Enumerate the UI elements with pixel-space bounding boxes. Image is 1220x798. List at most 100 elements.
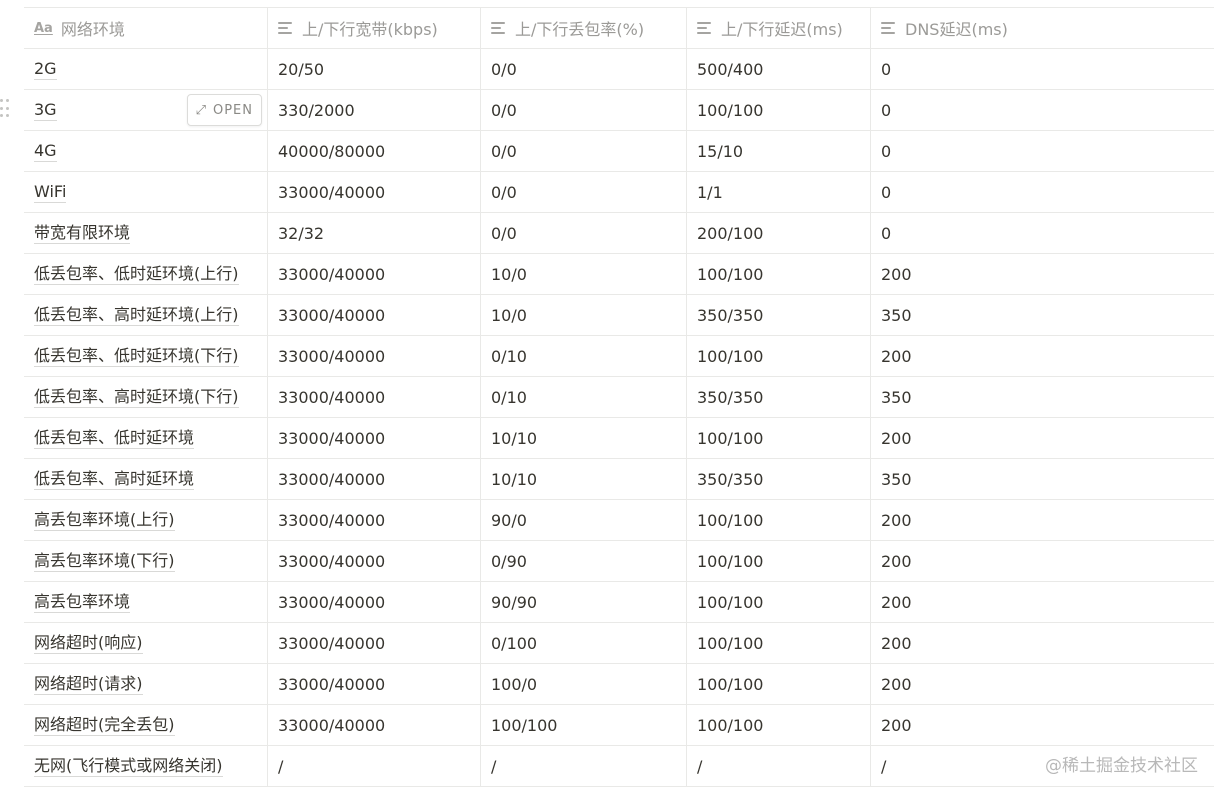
cell-dns-latency[interactable]: 200: [871, 623, 1214, 663]
row-title[interactable]: 带宽有限环境: [34, 223, 131, 244]
table-row[interactable]: 网络超时(请求) 33000/40000 100/0 100/100 200: [24, 664, 1214, 705]
row-title[interactable]: 网络超时(完全丢包): [34, 715, 175, 736]
cell-bandwidth[interactable]: 20/50: [268, 49, 481, 89]
cell-bandwidth[interactable]: 33000/40000: [268, 623, 481, 663]
cell-bandwidth[interactable]: /: [268, 746, 481, 786]
cell-latency[interactable]: 500/400: [687, 49, 871, 89]
cell-network-env[interactable]: 2G: [24, 49, 268, 89]
row-title[interactable]: 2G: [34, 59, 57, 80]
column-header-dns-latency[interactable]: DNS延迟(ms): [871, 8, 1214, 48]
cell-latency[interactable]: 100/100: [687, 623, 871, 663]
cell-network-env[interactable]: 网络超时(完全丢包): [24, 705, 268, 745]
cell-bandwidth[interactable]: 33000/40000: [268, 172, 481, 212]
cell-network-env[interactable]: 低丢包率、高时延环境: [24, 459, 268, 499]
row-title[interactable]: 高丢包率环境(下行): [34, 551, 175, 572]
cell-latency[interactable]: 100/100: [687, 336, 871, 376]
cell-network-env[interactable]: 低丢包率、低时延环境: [24, 418, 268, 458]
cell-network-env[interactable]: 带宽有限环境: [24, 213, 268, 253]
row-title[interactable]: 无网(飞行模式或网络关闭): [34, 756, 223, 777]
cell-network-env[interactable]: 低丢包率、高时延环境(上行): [24, 295, 268, 335]
row-title[interactable]: 4G: [34, 141, 57, 162]
cell-bandwidth[interactable]: 33000/40000: [268, 377, 481, 417]
cell-latency[interactable]: 100/100: [687, 541, 871, 581]
cell-dns-latency[interactable]: 200: [871, 254, 1214, 294]
cell-bandwidth[interactable]: 33000/40000: [268, 541, 481, 581]
cell-dns-latency[interactable]: 200: [871, 664, 1214, 704]
cell-bandwidth[interactable]: 33000/40000: [268, 664, 481, 704]
table-row[interactable]: 高丢包率环境 33000/40000 90/90 100/100 200: [24, 582, 1214, 623]
cell-latency[interactable]: 15/10: [687, 131, 871, 171]
column-header-packet-loss[interactable]: 上/下行丢包率(%): [481, 8, 687, 48]
cell-dns-latency[interactable]: 200: [871, 500, 1214, 540]
row-title[interactable]: 3G: [34, 100, 57, 121]
cell-bandwidth[interactable]: 33000/40000: [268, 418, 481, 458]
table-row[interactable]: 低丢包率、低时延环境 33000/40000 10/10 100/100 200: [24, 418, 1214, 459]
cell-dns-latency[interactable]: 0: [871, 213, 1214, 253]
cell-dns-latency[interactable]: 350: [871, 377, 1214, 417]
row-title[interactable]: 低丢包率、高时延环境(下行): [34, 387, 239, 408]
cell-dns-latency[interactable]: 200: [871, 418, 1214, 458]
cell-network-env[interactable]: 网络超时(响应): [24, 623, 268, 663]
cell-bandwidth[interactable]: 33000/40000: [268, 336, 481, 376]
cell-dns-latency[interactable]: 0: [871, 90, 1214, 130]
cell-dns-latency[interactable]: 200: [871, 705, 1214, 745]
table-row[interactable]: 高丢包率环境(下行) 33000/40000 0/90 100/100 200: [24, 541, 1214, 582]
cell-network-env[interactable]: 高丢包率环境: [24, 582, 268, 622]
cell-latency[interactable]: 100/100: [687, 90, 871, 130]
row-title[interactable]: 高丢包率环境(上行): [34, 510, 175, 531]
cell-latency[interactable]: 100/100: [687, 418, 871, 458]
cell-latency[interactable]: 350/350: [687, 459, 871, 499]
table-row[interactable]: 低丢包率、低时延环境(下行) 33000/40000 0/10 100/100 200: [24, 336, 1214, 377]
cell-packet-loss[interactable]: 10/0: [481, 295, 687, 335]
column-header-latency[interactable]: 上/下行延迟(ms): [687, 8, 871, 48]
cell-dns-latency[interactable]: 0: [871, 172, 1214, 212]
row-title[interactable]: WiFi: [34, 182, 67, 203]
table-row[interactable]: 4G 40000/80000 0/0 15/10 0: [24, 131, 1214, 172]
row-drag-handle[interactable]: [0, 99, 10, 119]
cell-latency[interactable]: 100/100: [687, 500, 871, 540]
cell-network-env[interactable]: 高丢包率环境(下行): [24, 541, 268, 581]
table-row[interactable]: 无网(飞行模式或网络关闭) / / / /: [24, 746, 1214, 787]
open-page-button[interactable]: ⤢ OPEN: [186, 94, 262, 126]
cell-latency[interactable]: 200/100: [687, 213, 871, 253]
row-title[interactable]: 低丢包率、低时延环境(上行): [34, 264, 239, 285]
cell-latency[interactable]: 100/100: [687, 664, 871, 704]
cell-bandwidth[interactable]: 40000/80000: [268, 131, 481, 171]
cell-network-env[interactable]: 3G ⤢ OPEN: [24, 90, 268, 130]
cell-latency[interactable]: 100/100: [687, 254, 871, 294]
cell-bandwidth[interactable]: 33000/40000: [268, 254, 481, 294]
cell-dns-latency[interactable]: 200: [871, 336, 1214, 376]
cell-bandwidth[interactable]: 33000/40000: [268, 705, 481, 745]
cell-network-env[interactable]: WiFi: [24, 172, 268, 212]
cell-packet-loss[interactable]: 0/0: [481, 172, 687, 212]
cell-dns-latency[interactable]: 200: [871, 541, 1214, 581]
cell-latency[interactable]: 350/350: [687, 295, 871, 335]
cell-bandwidth[interactable]: 33000/40000: [268, 582, 481, 622]
cell-dns-latency[interactable]: 350: [871, 459, 1214, 499]
column-header-network-env[interactable]: Aa 网络环境: [24, 8, 268, 48]
cell-packet-loss[interactable]: 0/10: [481, 336, 687, 376]
cell-packet-loss[interactable]: 10/0: [481, 254, 687, 294]
table-row[interactable]: 低丢包率、高时延环境(上行) 33000/40000 10/0 350/350 350: [24, 295, 1214, 336]
table-row[interactable]: 网络超时(完全丢包) 33000/40000 100/100 100/100 200: [24, 705, 1214, 746]
row-title[interactable]: 低丢包率、高时延环境(上行): [34, 305, 239, 326]
table-row[interactable]: 低丢包率、低时延环境(上行) 33000/40000 10/0 100/100 200: [24, 254, 1214, 295]
cell-bandwidth[interactable]: 330/2000: [268, 90, 481, 130]
cell-packet-loss[interactable]: 90/90: [481, 582, 687, 622]
cell-packet-loss[interactable]: 90/0: [481, 500, 687, 540]
cell-latency[interactable]: 1/1: [687, 172, 871, 212]
cell-bandwidth[interactable]: 33000/40000: [268, 295, 481, 335]
cell-packet-loss[interactable]: 100/100: [481, 705, 687, 745]
cell-packet-loss[interactable]: 0/0: [481, 90, 687, 130]
cell-dns-latency[interactable]: 0: [871, 131, 1214, 171]
column-header-bandwidth[interactable]: 上/下行宽带(kbps): [268, 8, 481, 48]
table-row[interactable]: 网络超时(响应) 33000/40000 0/100 100/100 200: [24, 623, 1214, 664]
cell-dns-latency[interactable]: 0: [871, 49, 1214, 89]
row-title[interactable]: 低丢包率、高时延环境: [34, 469, 195, 490]
row-title[interactable]: 低丢包率、低时延环境(下行): [34, 346, 239, 367]
cell-latency[interactable]: 100/100: [687, 705, 871, 745]
cell-packet-loss[interactable]: 0/100: [481, 623, 687, 663]
table-row[interactable]: 3G ⤢ OPEN 330/2000 0/0 100/100 0: [24, 90, 1214, 131]
row-title[interactable]: 网络超时(请求): [34, 674, 143, 695]
cell-network-env[interactable]: 无网(飞行模式或网络关闭): [24, 746, 268, 786]
